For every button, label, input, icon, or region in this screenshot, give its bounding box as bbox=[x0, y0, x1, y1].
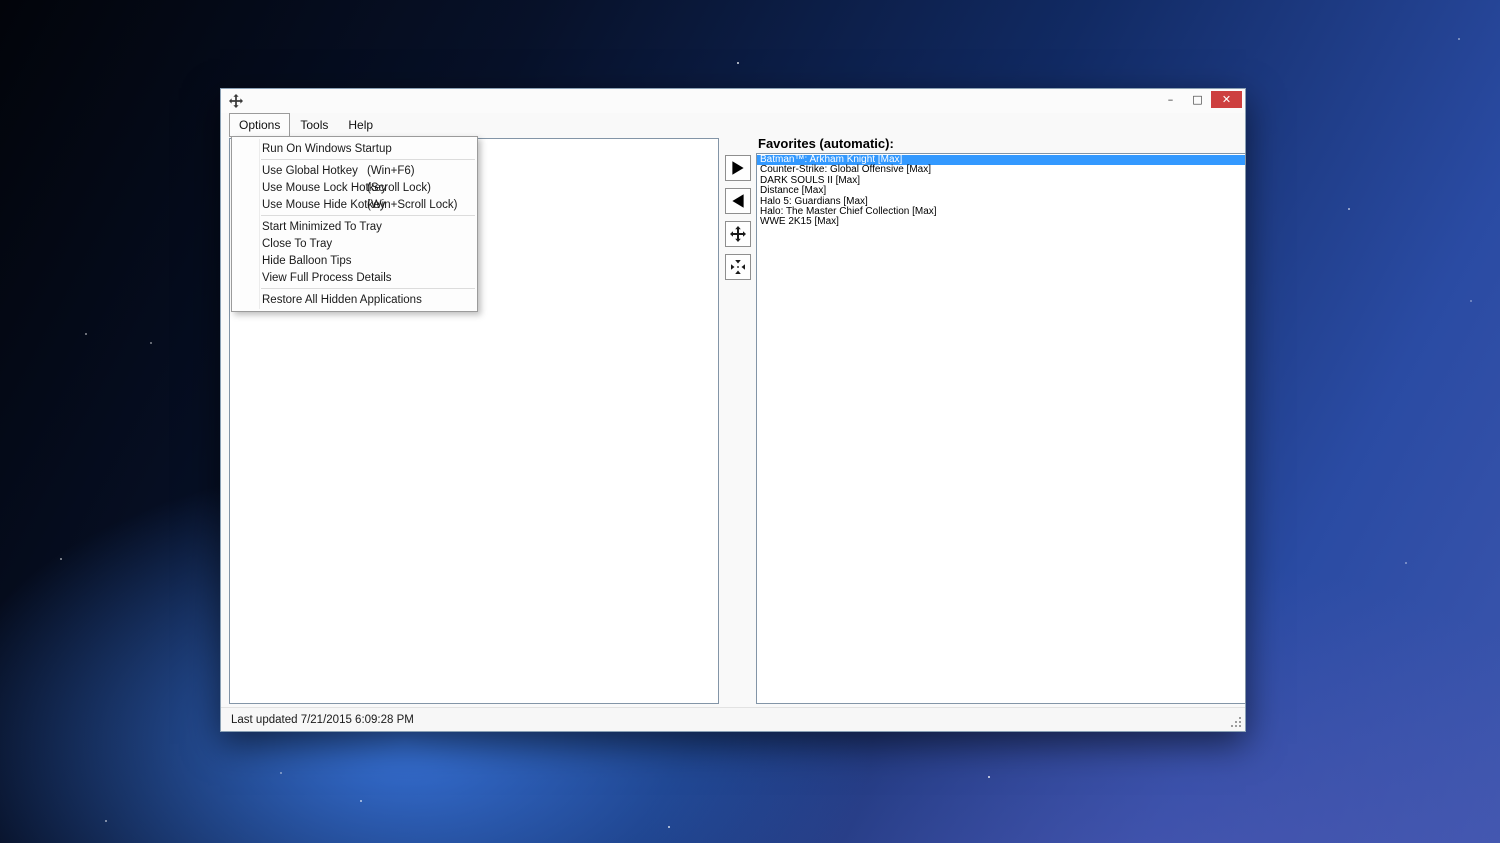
favorites-listbox[interactable]: Batman™: Arkham Knight [Max]Counter-Stri… bbox=[756, 153, 1246, 704]
resize-grip[interactable] bbox=[1231, 717, 1241, 727]
favorites-item[interactable]: Distance [Max] bbox=[757, 186, 1245, 196]
maximize-button[interactable]: □ bbox=[1184, 91, 1211, 108]
menu-item-label: Close To Tray bbox=[262, 238, 332, 250]
menu-item[interactable]: Use Global Hotkey (Win+F6) bbox=[232, 162, 477, 179]
move-arrows-in-icon bbox=[730, 259, 746, 275]
statusbar: Last updated 7/21/2015 6:09:28 PM bbox=[221, 707, 1245, 731]
menu-options[interactable]: Options bbox=[229, 113, 290, 137]
menu-item[interactable]: Hide Balloon Tips bbox=[232, 252, 477, 269]
window-controls: – □ ✕ bbox=[1157, 91, 1242, 108]
menu-item-label: View Full Process Details bbox=[262, 272, 392, 284]
app-move-icon[interactable] bbox=[229, 94, 243, 108]
menubar: Options Tools Help bbox=[221, 113, 1245, 137]
menu-item[interactable]: Use Mouse Hide Kotkey(Win+Scroll Lock) bbox=[232, 196, 477, 213]
titlebar[interactable]: – □ ✕ bbox=[221, 89, 1245, 113]
favorites-item[interactable]: WWE 2K15 [Max] bbox=[757, 217, 1245, 227]
restore-window-button[interactable] bbox=[725, 254, 751, 280]
favorites-item[interactable]: DARK SOULS II [Max] bbox=[757, 176, 1245, 186]
menu-tools[interactable]: Tools bbox=[290, 113, 338, 137]
status-text: Last updated 7/21/2015 6:09:28 PM bbox=[231, 714, 414, 726]
remove-favorite-button[interactable] bbox=[725, 188, 751, 214]
menu-item-shortcut: (Win+Scroll Lock) bbox=[367, 199, 457, 211]
add-favorite-button[interactable] bbox=[725, 155, 751, 181]
menu-item[interactable]: Restore All Hidden Applications bbox=[232, 291, 477, 308]
menu-help[interactable]: Help bbox=[338, 113, 383, 137]
menu-separator bbox=[261, 215, 475, 216]
menu-item[interactable]: Start Minimized To Tray bbox=[232, 218, 477, 235]
menu-item[interactable]: Use Mouse Lock Hotkey(Scroll Lock) bbox=[232, 179, 477, 196]
menu-item-label: Restore All Hidden Applications bbox=[262, 294, 422, 306]
desktop-background: – □ ✕ Options Tools Help Run On Windows … bbox=[0, 0, 1500, 843]
menu-item-label: Use Global Hotkey bbox=[262, 165, 358, 177]
menu-item-shortcut: (Win+F6) bbox=[367, 165, 415, 177]
move-arrows-out-icon bbox=[730, 226, 746, 242]
menu-separator bbox=[261, 159, 475, 160]
menu-item[interactable]: Run On Windows Startup bbox=[232, 140, 477, 157]
left-triangle-icon bbox=[729, 192, 747, 210]
menu-item-label: Run On Windows Startup bbox=[262, 143, 392, 155]
make-borderless-button[interactable] bbox=[725, 221, 751, 247]
menu-item-shortcut: (Scroll Lock) bbox=[367, 182, 431, 194]
menu-item[interactable]: Close To Tray bbox=[232, 235, 477, 252]
menu-item-label: Hide Balloon Tips bbox=[262, 255, 352, 267]
menu-item[interactable]: View Full Process Details bbox=[232, 269, 477, 286]
favorites-label: Favorites (automatic): bbox=[758, 136, 894, 151]
minimize-button[interactable]: – bbox=[1157, 91, 1184, 108]
app-window: – □ ✕ Options Tools Help Run On Windows … bbox=[220, 88, 1246, 732]
menu-item-label: Start Minimized To Tray bbox=[262, 221, 382, 233]
toolbar-column bbox=[725, 155, 751, 280]
options-menu: Run On Windows Startup Use Global Hotkey (… bbox=[231, 136, 478, 312]
close-button[interactable]: ✕ bbox=[1211, 91, 1242, 108]
menu-separator bbox=[261, 288, 475, 289]
right-triangle-icon bbox=[729, 159, 747, 177]
